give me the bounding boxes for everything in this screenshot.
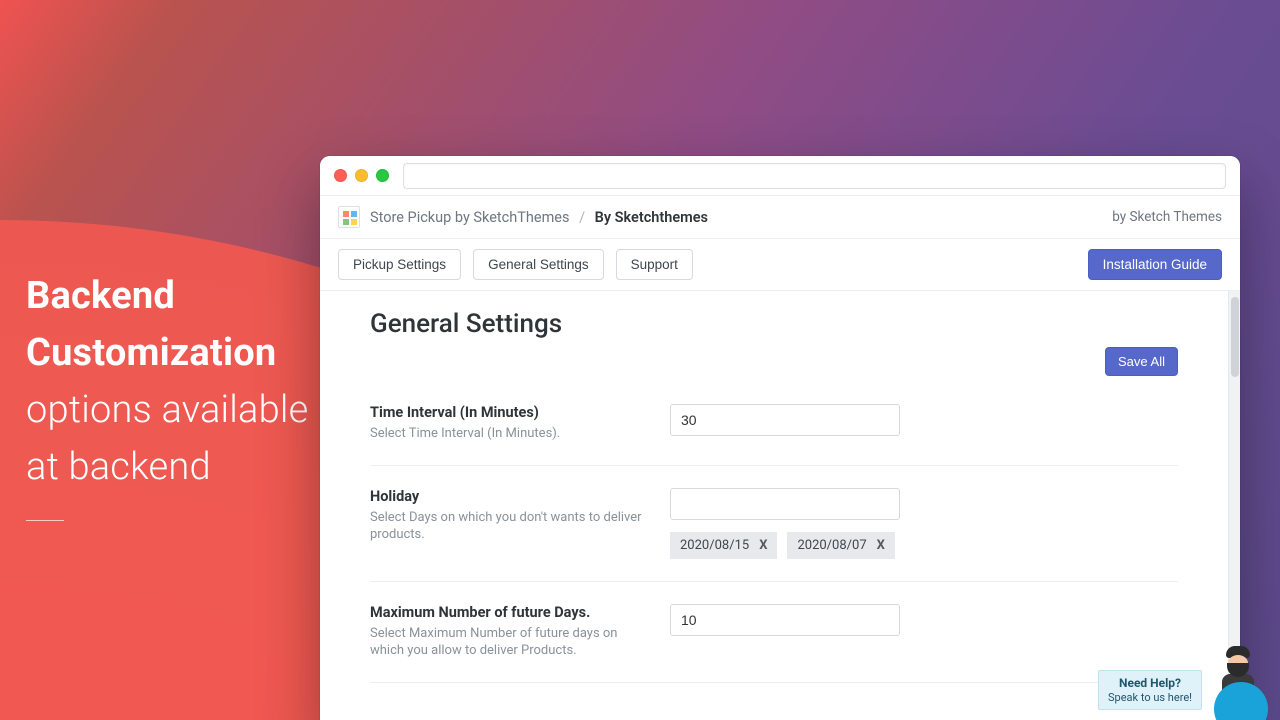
holiday-input[interactable] [670, 488, 900, 520]
marketing-heading-bold-2: Customization [26, 325, 308, 382]
settings-content: General Settings Save All Time Interval … [320, 291, 1228, 720]
marketing-stage: Backend Customization options available … [0, 0, 1280, 720]
save-all-button[interactable]: Save All [1105, 347, 1178, 376]
breadcrumb-section: By Sketchthemes [595, 209, 708, 226]
window-traffic-lights [334, 169, 389, 182]
holiday-help: Select Days on which you don't wants to … [370, 509, 650, 544]
time-interval-label: Time Interval (In Minutes) [370, 404, 650, 421]
marketing-heading: Backend Customization options available … [26, 268, 308, 496]
marketing-heading-bold-1: Backend [26, 268, 308, 325]
chip-remove-icon[interactable]: X [877, 538, 885, 553]
holiday-chip: 2020/08/15 X [670, 532, 777, 559]
minimize-icon[interactable] [355, 169, 368, 182]
holiday-chip: 2020/08/07 X [787, 532, 894, 559]
holiday-chips: 2020/08/15 X 2020/08/07 X [670, 532, 900, 559]
chat-bubble[interactable]: Need Help? Speak to us here! [1098, 670, 1202, 710]
holiday-label: Holiday [370, 488, 650, 505]
save-row: Save All [370, 347, 1178, 376]
field-labelcol: Holiday Select Days on which you don't w… [370, 488, 670, 559]
time-interval-input[interactable] [670, 404, 900, 436]
field-holiday: Holiday Select Days on which you don't w… [370, 466, 1178, 582]
field-inputcol [670, 604, 900, 660]
holiday-chip-text: 2020/08/15 [680, 538, 749, 553]
field-labelcol: Maximum Number of future Days. Select Ma… [370, 604, 670, 660]
zoom-icon[interactable] [376, 169, 389, 182]
field-max-days: Maximum Number of future Days. Select Ma… [370, 582, 1178, 683]
field-labelcol: Time Interval (In Minutes) Select Time I… [370, 404, 670, 443]
chat-widget[interactable]: Need Help? Speak to us here! [1098, 646, 1266, 710]
field-time-interval: Time Interval (In Minutes) Select Time I… [370, 382, 1178, 466]
app-icon [338, 206, 360, 228]
breadcrumb-app[interactable]: Store Pickup by SketchThemes [370, 209, 569, 226]
holiday-chip-text: 2020/08/07 [797, 538, 866, 553]
marketing-heading-light-2: at backend [26, 445, 211, 489]
marketing-copy: Backend Customization options available … [26, 268, 308, 521]
chat-subline: Speak to us here! [1108, 691, 1192, 704]
marketing-divider [26, 520, 64, 521]
tab-support[interactable]: Support [616, 249, 693, 280]
byline: by Sketch Themes [1112, 209, 1222, 225]
app-window: Store Pickup by SketchThemes / By Sketch… [320, 156, 1240, 720]
field-inputcol: 2020/08/15 X 2020/08/07 X [670, 488, 900, 559]
installation-guide-button[interactable]: Installation Guide [1088, 249, 1222, 280]
max-days-input[interactable] [670, 604, 900, 636]
field-inputcol [670, 404, 900, 443]
tab-bar: Pickup Settings General Settings Support… [320, 239, 1240, 291]
tab-general-settings[interactable]: General Settings [473, 249, 604, 280]
scrollbar-thumb[interactable] [1231, 297, 1239, 377]
max-days-help: Select Maximum Number of future days on … [370, 625, 650, 660]
time-interval-help: Select Time Interval (In Minutes). [370, 425, 650, 443]
max-days-label: Maximum Number of future Days. [370, 604, 650, 621]
close-icon[interactable] [334, 169, 347, 182]
app-header: Store Pickup by SketchThemes / By Sketch… [320, 196, 1240, 239]
page-title: General Settings [370, 309, 1178, 339]
chip-remove-icon[interactable]: X [759, 538, 767, 553]
tab-pickup-settings[interactable]: Pickup Settings [338, 249, 461, 280]
window-titlebar [320, 156, 1240, 196]
chat-headline: Need Help? [1108, 676, 1192, 690]
marketing-heading-light-1: options available [26, 388, 308, 432]
url-bar[interactable] [403, 163, 1226, 189]
breadcrumb-separator: / [579, 209, 585, 226]
breadcrumb: Store Pickup by SketchThemes / By Sketch… [370, 209, 708, 226]
